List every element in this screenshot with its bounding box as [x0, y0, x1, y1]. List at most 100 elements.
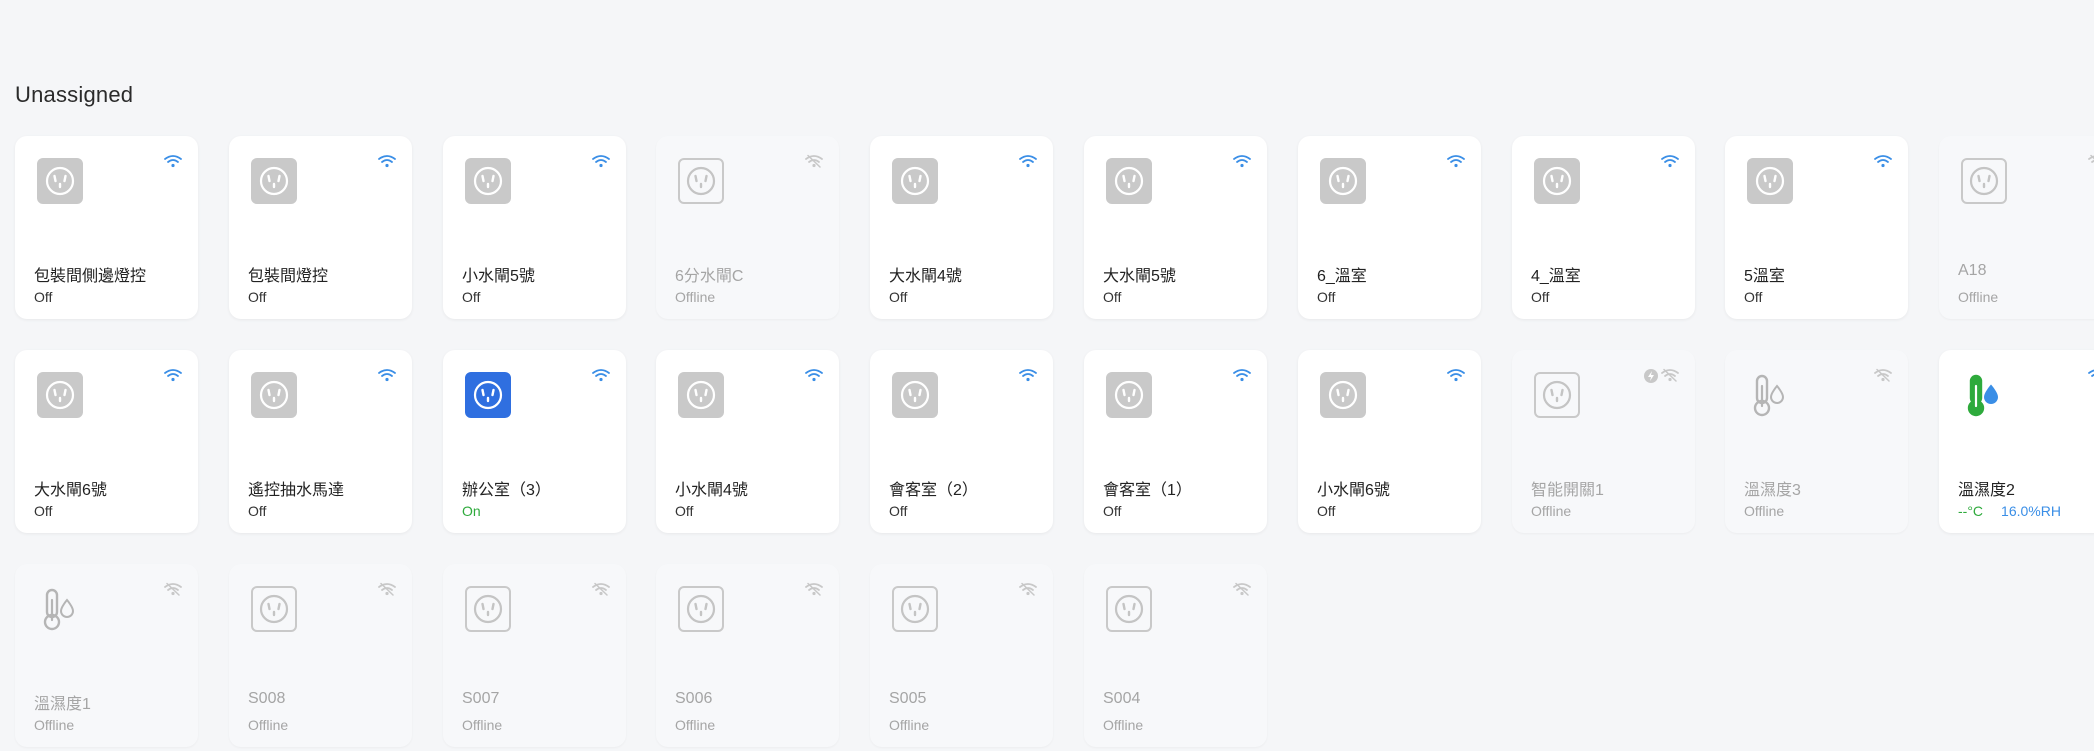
- wifi-icon: [1447, 368, 1465, 382]
- plug-icon: [465, 372, 511, 418]
- device-name: 大水閘5號: [1103, 268, 1176, 285]
- plug-icon: [678, 586, 724, 632]
- device-card[interactable]: 小水閘5號 Off: [443, 136, 626, 319]
- device-name: 4_溫室: [1531, 268, 1581, 285]
- device-card[interactable]: A18 Offline: [1939, 136, 2094, 319]
- device-status: Off: [248, 289, 267, 305]
- wifi-icon: [2088, 368, 2094, 382]
- plug-icon: [251, 586, 297, 632]
- plug-icon: [251, 158, 297, 204]
- device-status: Offline: [1531, 503, 1572, 519]
- plug-icon: [1320, 372, 1366, 418]
- wifi-icon: [1661, 154, 1679, 168]
- device-status: Offline: [675, 717, 716, 733]
- device-card[interactable]: 溫濕度2 --°C 16.0%RH: [1939, 350, 2094, 533]
- plug-icon: [678, 372, 724, 418]
- device-card[interactable]: 溫濕度3 Offline: [1725, 350, 1908, 533]
- device-status: Off: [1744, 289, 1763, 305]
- device-card[interactable]: 包裝間燈控 Off: [229, 136, 412, 319]
- device-name: 辦公室（3）: [462, 482, 551, 499]
- thermo-humidity-icon: [1747, 372, 1793, 418]
- device-card[interactable]: S005 Offline: [870, 564, 1053, 747]
- plug-icon: [1106, 372, 1152, 418]
- plug-icon: [1534, 372, 1580, 418]
- device-name: 小水閘6號: [1317, 482, 1390, 499]
- device-status: Off: [248, 503, 267, 519]
- wifi-icon: [378, 154, 396, 168]
- device-name: 大水閘4號: [889, 268, 962, 285]
- plug-icon: [251, 372, 297, 418]
- device-name: 包裝間側邊燈控: [34, 268, 147, 285]
- device-status: Off: [34, 289, 53, 305]
- device-name: 溫濕度2: [1958, 482, 2015, 499]
- device-status: Off: [1317, 503, 1336, 519]
- device-name: 6_溫室: [1317, 268, 1367, 285]
- wifi-off-icon: [164, 582, 182, 596]
- device-name: S004: [1103, 690, 1141, 707]
- device-card[interactable]: 智能開關1 Offline: [1512, 350, 1695, 533]
- device-card[interactable]: 6_溫室 Off: [1298, 136, 1481, 319]
- device-name: S006: [675, 690, 713, 707]
- device-card[interactable]: 5溫室 Off: [1725, 136, 1908, 319]
- device-name: 包裝間燈控: [248, 268, 329, 285]
- wifi-off-icon: [2088, 154, 2094, 168]
- device-name: 遙控抽水馬達: [248, 482, 345, 499]
- device-name: 會客室（1）: [1103, 482, 1192, 499]
- device-card[interactable]: S004 Offline: [1084, 564, 1267, 747]
- device-status: Off: [1103, 289, 1122, 305]
- device-card[interactable]: 小水閘6號 Off: [1298, 350, 1481, 533]
- device-status: Offline: [248, 717, 289, 733]
- device-name: S005: [889, 690, 927, 707]
- device-card[interactable]: 大水閘5號 Off: [1084, 136, 1267, 319]
- device-name: 智能開關1: [1531, 482, 1604, 499]
- plug-icon: [465, 158, 511, 204]
- wifi-off-icon: [1233, 582, 1251, 596]
- device-card[interactable]: 遙控抽水馬達 Off: [229, 350, 412, 533]
- device-status: Offline: [1103, 717, 1144, 733]
- device-name: S007: [462, 690, 500, 707]
- device-card[interactable]: 會客室（2） Off: [870, 350, 1053, 533]
- plug-icon: [1106, 586, 1152, 632]
- device-name: 5溫室: [1744, 268, 1785, 285]
- device-card[interactable]: S006 Offline: [656, 564, 839, 747]
- thermo-humidity-icon: [37, 586, 83, 632]
- device-status: Offline: [34, 717, 75, 733]
- wifi-off-icon: [805, 154, 823, 168]
- plug-icon: [37, 372, 83, 418]
- wifi-off-icon: [592, 582, 610, 596]
- power-plug-icon: [1643, 368, 1659, 384]
- wifi-off-icon: [1874, 368, 1892, 382]
- wifi-icon: [1019, 368, 1037, 382]
- device-status: Off: [889, 503, 908, 519]
- device-card[interactable]: 會客室（1） Off: [1084, 350, 1267, 533]
- device-name: 小水閘4號: [675, 482, 748, 499]
- wifi-icon: [592, 368, 610, 382]
- plug-icon: [1961, 158, 2007, 204]
- device-name: 小水閘5號: [462, 268, 535, 285]
- device-card[interactable]: 溫濕度1 Offline: [15, 564, 198, 747]
- device-card[interactable]: 大水閘4號 Off: [870, 136, 1053, 319]
- device-card[interactable]: 6分水閘C Offline: [656, 136, 839, 319]
- device-status: Offline: [1958, 289, 1999, 305]
- wifi-icon: [592, 154, 610, 168]
- plug-icon: [1534, 158, 1580, 204]
- device-card[interactable]: S008 Offline: [229, 564, 412, 747]
- device-card[interactable]: S007 Offline: [443, 564, 626, 747]
- device-card[interactable]: 大水閘6號 Off: [15, 350, 198, 533]
- wifi-icon: [1233, 154, 1251, 168]
- device-grid: 包裝間側邊燈控 Off 包裝間燈控 Off 小水閘5號 Off 6分水閘C Of…: [0, 0, 2094, 751]
- device-card[interactable]: 辦公室（3） On: [443, 350, 626, 533]
- plug-icon: [1747, 158, 1793, 204]
- wifi-off-icon: [378, 582, 396, 596]
- device-status: Offline: [889, 717, 930, 733]
- wifi-icon: [1233, 368, 1251, 382]
- device-status: Offline: [1744, 503, 1785, 519]
- device-card[interactable]: 小水閘4號 Off: [656, 350, 839, 533]
- device-status: Off: [462, 289, 481, 305]
- plug-icon: [37, 158, 83, 204]
- device-card[interactable]: 包裝間側邊燈控 Off: [15, 136, 198, 319]
- plug-icon: [678, 158, 724, 204]
- device-status: Off: [675, 503, 694, 519]
- device-card[interactable]: 4_溫室 Off: [1512, 136, 1695, 319]
- device-status: Off: [1317, 289, 1336, 305]
